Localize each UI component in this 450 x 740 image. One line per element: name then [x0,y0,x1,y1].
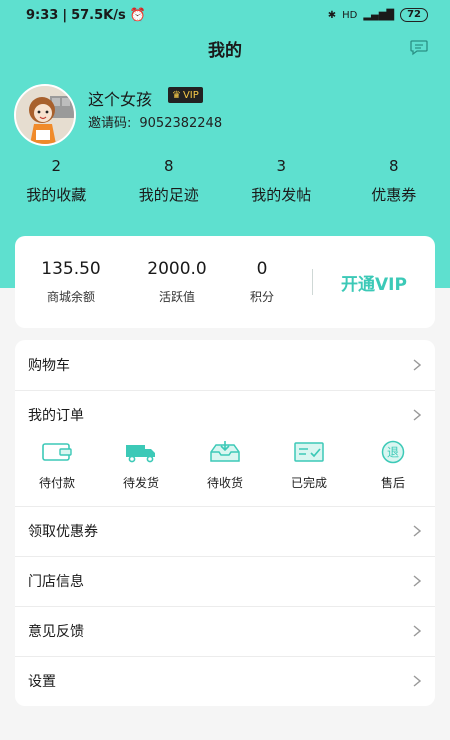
message-icon[interactable] [410,40,428,56]
battery-indicator: 72 [400,8,428,22]
stat-posts[interactable]: 3 我的发帖 [225,156,338,205]
order-pending-receipt[interactable]: 待收货 [183,440,267,506]
menu-item-store-info[interactable]: 门店信息 [15,556,435,606]
mall-balance[interactable]: 135.50 商城余额 [21,259,121,305]
hd-icon: HD [342,9,358,21]
status-bar: 9:33 | 57.5K/s ⏰ ✱ HD ▂▄▆█ 72 [0,0,450,30]
menu-card: 购物车 我的订单 待付款 待发货 待收货 已完成 退 售后 领取优惠券 门店信息… [15,340,435,706]
invite-code-line: 邀请码: 9052382248 [88,112,222,131]
order-after-sales[interactable]: 退 售后 [351,440,435,506]
signal-icon: ▂▄▆█ [363,9,395,21]
invite-code-value: 9052382248 [139,116,223,131]
chevron-right-icon [413,575,421,587]
order-completed[interactable]: 已完成 [267,440,351,506]
chevron-right-icon [413,409,421,421]
menu-item-orders[interactable]: 我的订单 [15,390,435,440]
svg-text:退: 退 [387,446,399,460]
open-vip-button[interactable]: 开通VIP [313,270,435,295]
order-pending-shipment[interactable]: 待发货 [99,440,183,506]
bluetooth-icon: ✱ [327,9,337,21]
points[interactable]: 0 积分 [227,259,297,305]
chevron-right-icon [413,525,421,537]
chevron-right-icon [413,675,421,687]
chevron-right-icon [413,625,421,637]
status-time: 9:33 [26,7,59,23]
stat-coupons[interactable]: 8 优惠券 [338,156,450,205]
stat-footprints[interactable]: 8 我的足迹 [113,156,226,205]
wallet-icon [42,443,72,461]
crown-icon: ♛ [172,89,181,101]
chevron-right-icon [413,359,421,371]
menu-item-settings[interactable]: 设置 [15,656,435,706]
menu-item-feedback[interactable]: 意见反馈 [15,606,435,656]
inbox-icon [210,441,240,462]
order-pending-payment[interactable]: 待付款 [15,440,99,506]
page-title: 我的 [208,41,242,61]
activity-value[interactable]: 2000.0 活跃值 [127,259,227,305]
vip-badge: ♛ VIP [168,87,203,103]
avatar[interactable] [14,84,76,146]
order-status-row: 待付款 待发货 待收货 已完成 退 售后 [15,440,435,506]
invite-code-label: 邀请码: [88,116,132,131]
status-network-speed: 57.5K/s [71,7,126,23]
alarm-icon: ⏰ [129,7,146,23]
menu-item-cart[interactable]: 购物车 [15,340,435,390]
stat-favorites[interactable]: 2 我的收藏 [0,156,113,205]
done-icon [294,442,324,462]
truck-icon [126,445,155,463]
menu-item-coupons[interactable]: 领取优惠券 [15,506,435,556]
username: 这个女孩 [88,90,153,109]
refund-icon: 退 [381,440,405,464]
profile-stats: 2 我的收藏 8 我的足迹 3 我的发帖 8 优惠券 [0,156,450,205]
wallet-card: 135.50 商城余额 2000.0 活跃值 0 积分 开通VIP [15,236,435,328]
